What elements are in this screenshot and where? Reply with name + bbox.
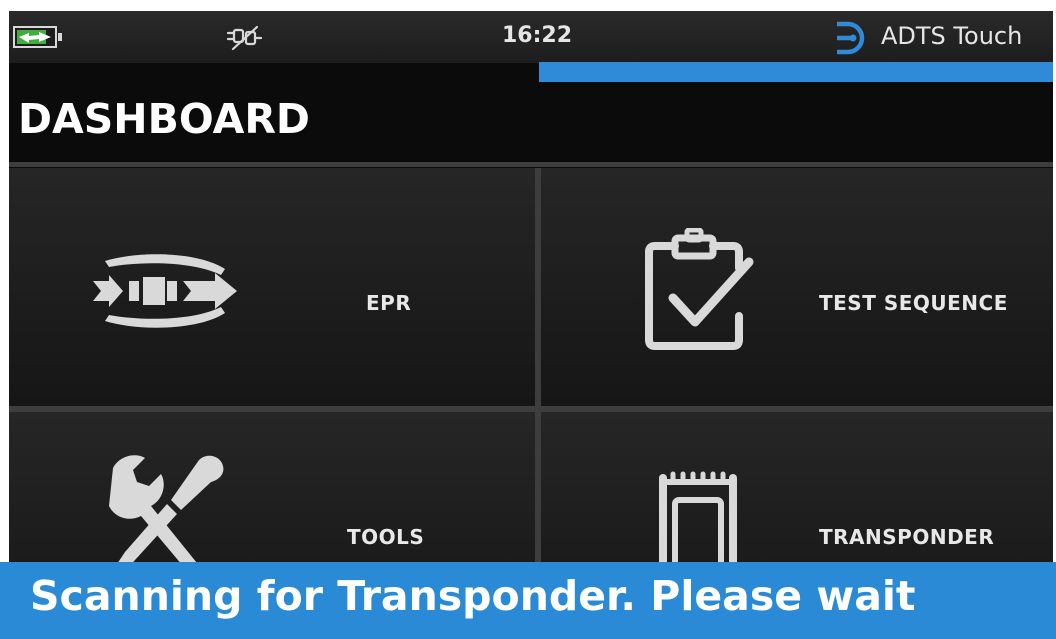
tile-label-epr: EPR [366, 291, 412, 315]
status-bar: 16:22 ADTS Touch [9, 11, 1053, 63]
battery-charging-icon [13, 26, 62, 48]
tile-epr[interactable]: EPR [9, 168, 535, 406]
device-screen: 16:22 ADTS Touch DASHBOARD EPR TEST SEQU… [9, 11, 1053, 639]
tile-label-test-sequence: TEST SEQUENCE [819, 291, 1008, 315]
clock-time: 16:22 [502, 23, 573, 48]
tile-label-tools: TOOLS [347, 525, 425, 549]
druck-logo-icon [837, 21, 865, 55]
plug-disconnected-icon [226, 25, 263, 51]
tile-divider-horizontal [9, 406, 1053, 412]
banner-message: Scanning for Transponder. Please wait [30, 572, 916, 620]
epr-engine-icon [93, 254, 237, 328]
brand-name: ADTS Touch [881, 22, 1023, 50]
clipboard-check-icon [645, 228, 754, 350]
tile-test-sequence[interactable]: TEST SEQUENCE [541, 168, 1053, 406]
title-divider [9, 162, 1053, 167]
tile-label-transponder: TRANSPONDER [819, 525, 995, 549]
progress-bar [539, 62, 1053, 82]
page-title: DASHBOARD [18, 95, 310, 143]
charging-bolt-icon [19, 32, 51, 43]
status-banner: Scanning for Transponder. Please wait [0, 562, 1056, 639]
progress-fill [539, 62, 1053, 82]
